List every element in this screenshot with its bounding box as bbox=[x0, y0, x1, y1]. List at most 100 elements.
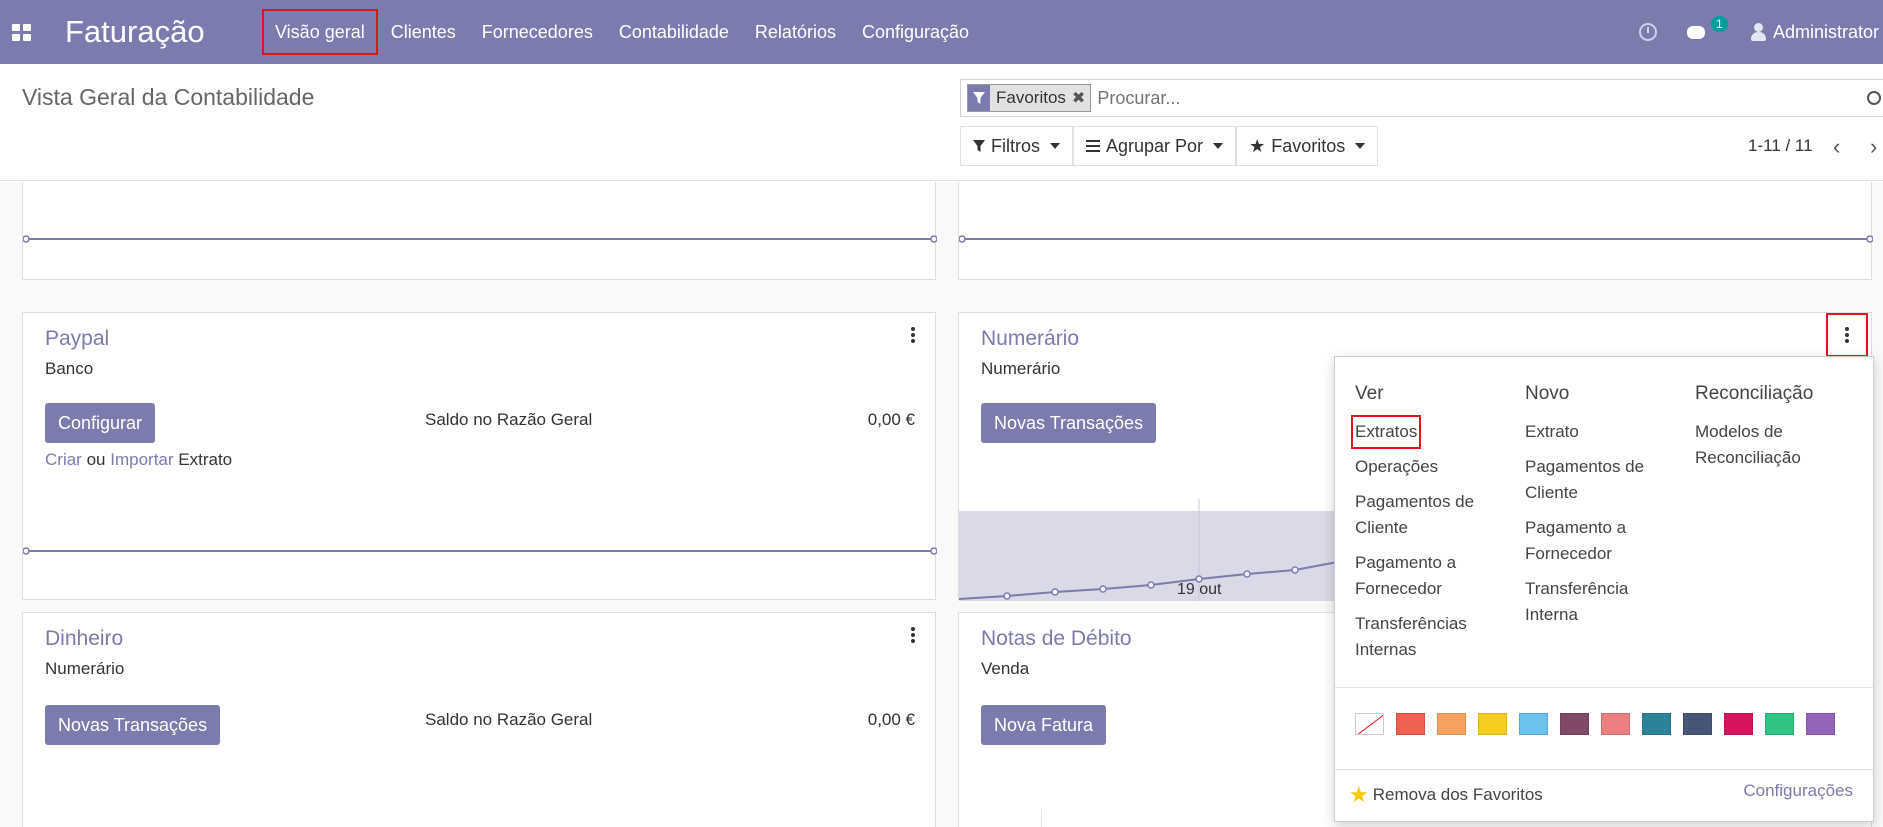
graph-date-label: 19 out bbox=[1177, 581, 1222, 598]
facet-label: Favoritos bbox=[996, 88, 1066, 107]
card-graph bbox=[23, 547, 937, 555]
filter-icon bbox=[968, 85, 990, 111]
caret-down-icon bbox=[1213, 143, 1224, 149]
card-title[interactable]: Paypal bbox=[45, 327, 109, 351]
card-subtitle: Venda bbox=[981, 659, 1030, 678]
view-column-header: Ver bbox=[1355, 383, 1384, 404]
color-swatch[interactable] bbox=[1437, 713, 1466, 735]
menu-link-vendor-payments[interactable]: Pagamento a Fornecedor bbox=[1355, 550, 1505, 602]
color-swatch[interactable] bbox=[1560, 713, 1589, 735]
menu-link-new-vendor-payment[interactable]: Pagamento a Fornecedor bbox=[1525, 515, 1675, 567]
menu-item-vendors[interactable]: Fornecedores bbox=[469, 9, 606, 55]
balance-value: 0,00 € bbox=[867, 710, 915, 729]
card-graph bbox=[959, 235, 1873, 243]
statement-text: Extrato bbox=[178, 450, 233, 469]
menu-link-new-statement[interactable]: Extrato bbox=[1525, 419, 1675, 445]
search-bar: Favoritos ✖ bbox=[960, 79, 1883, 117]
balance-value: 0,00 € bbox=[867, 410, 915, 429]
reconciliation-column-header: Reconciliação bbox=[1695, 383, 1814, 404]
new-transactions-button[interactable]: Novas Transações bbox=[45, 705, 221, 745]
card-subtitle: Numerário bbox=[45, 659, 125, 678]
favorites-label: Favoritos bbox=[1271, 135, 1346, 156]
card-title[interactable]: Dinheiro bbox=[45, 627, 123, 651]
search-facet: Favoritos ✖ bbox=[967, 84, 1092, 112]
color-swatch[interactable] bbox=[1642, 713, 1671, 735]
top-navbar: Faturação Visão geral Clientes Fornecedo… bbox=[0, 0, 1883, 64]
pager-previous-icon[interactable]: ‹ bbox=[1833, 136, 1840, 158]
favorites-button[interactable]: ★ Favoritos bbox=[1236, 126, 1379, 166]
groupby-label: Agrupar Por bbox=[1106, 135, 1204, 156]
new-column: Novo Extrato Pagamentos de Cliente Pagam… bbox=[1525, 383, 1675, 637]
settings-link[interactable]: Configurações bbox=[1743, 781, 1853, 801]
star-icon: ★ bbox=[1249, 135, 1266, 156]
kebab-menu-icon[interactable] bbox=[911, 627, 915, 643]
control-panel: Vista Geral da Contabilidade Favoritos ✖… bbox=[0, 64, 1883, 181]
user-name: Administrator bbox=[1772, 21, 1879, 42]
menu-link-statements[interactable]: Extratos bbox=[1350, 415, 1422, 449]
star-icon: ★ bbox=[1349, 782, 1369, 807]
balance-label: Saldo no Razão Geral bbox=[425, 410, 593, 429]
menu-link-internal-transfers[interactable]: Transferências Internas bbox=[1355, 611, 1505, 663]
app-name: Faturação bbox=[65, 14, 205, 49]
journal-card-paypal: Paypal Banco Configurar Saldo no Razão G… bbox=[22, 312, 937, 600]
pager-value[interactable]: 1-11 / 11 bbox=[1748, 136, 1813, 156]
menu-link-new-customer-payment[interactable]: Pagamentos de Cliente bbox=[1525, 454, 1675, 506]
pager-next-icon[interactable]: › bbox=[1870, 136, 1877, 158]
search-icon[interactable] bbox=[1867, 91, 1881, 105]
list-icon bbox=[1086, 140, 1100, 152]
remove-from-favorites-link[interactable]: ★ Remova dos Favoritos bbox=[1349, 782, 1543, 807]
card-title[interactable]: Numerário bbox=[981, 327, 1079, 351]
card-graph bbox=[23, 235, 937, 243]
search-input[interactable] bbox=[1097, 87, 1698, 109]
kebab-menu-icon[interactable] bbox=[911, 327, 915, 343]
filters-button[interactable]: Filtros bbox=[960, 126, 1073, 166]
menu-item-overview[interactable]: Visão geral bbox=[262, 9, 378, 55]
menu-link-operations[interactable]: Operações bbox=[1355, 454, 1505, 480]
color-none-swatch[interactable] bbox=[1355, 713, 1384, 735]
main-menu: Visão geral Clientes Fornecedores Contab… bbox=[262, 0, 982, 64]
kebab-menu-icon[interactable] bbox=[1845, 327, 1849, 343]
apps-menu-icon[interactable] bbox=[12, 24, 32, 41]
color-picker bbox=[1355, 713, 1847, 735]
color-swatch[interactable] bbox=[1806, 713, 1835, 735]
journal-card-dinheiro: Dinheiro Numerário Novas Transações Sald… bbox=[22, 612, 936, 827]
card-subtitle: Banco bbox=[45, 359, 94, 378]
color-swatch[interactable] bbox=[1519, 713, 1548, 735]
color-swatch[interactable] bbox=[1396, 713, 1425, 735]
divider bbox=[1335, 769, 1873, 770]
create-link[interactable]: Criar bbox=[45, 450, 82, 469]
menu-item-configuration[interactable]: Configuração bbox=[849, 9, 982, 55]
activity-clock-icon[interactable] bbox=[1638, 23, 1657, 41]
messages-chat-icon[interactable]: 1 bbox=[1686, 16, 1728, 40]
card-title[interactable]: Notas de Débito bbox=[981, 627, 1132, 651]
new-column-header: Novo bbox=[1525, 383, 1570, 404]
menu-item-accounting[interactable]: Contabilidade bbox=[606, 9, 742, 55]
menu-item-reporting[interactable]: Relatórios bbox=[742, 9, 849, 55]
menu-link-customer-payments[interactable]: Pagamentos de Cliente bbox=[1355, 489, 1505, 541]
user-icon bbox=[1750, 23, 1766, 41]
filters-label: Filtros bbox=[991, 135, 1040, 156]
color-swatch[interactable] bbox=[1478, 713, 1507, 735]
page-title: Vista Geral da Contabilidade bbox=[22, 84, 315, 110]
color-swatch[interactable] bbox=[1724, 713, 1753, 735]
messages-badge: 1 bbox=[1710, 16, 1728, 32]
groupby-button[interactable]: Agrupar Por bbox=[1073, 126, 1237, 166]
user-menu[interactable]: Administrator bbox=[1750, 21, 1879, 43]
new-transactions-button[interactable]: Novas Transações bbox=[981, 403, 1157, 443]
menu-link-new-internal-transfer[interactable]: Transferência Interna bbox=[1525, 576, 1675, 628]
facet-remove-icon[interactable]: ✖ bbox=[1072, 88, 1090, 108]
import-link[interactable]: Importar bbox=[110, 450, 173, 469]
view-column: Ver Extratos Operações Pagamentos de Cli… bbox=[1350, 383, 1505, 672]
color-swatch[interactable] bbox=[1601, 713, 1630, 735]
or-text: ou bbox=[86, 450, 106, 469]
color-swatch[interactable] bbox=[1765, 713, 1794, 735]
new-invoice-button[interactable]: Nova Fatura bbox=[981, 705, 1107, 745]
journal-card-partial bbox=[22, 182, 937, 280]
statement-links: Criar ou Importar Extrato bbox=[45, 450, 232, 470]
card-dropdown-menu: Ver Extratos Operações Pagamentos de Cli… bbox=[1334, 356, 1874, 822]
color-swatch[interactable] bbox=[1683, 713, 1712, 735]
configure-button[interactable]: Configurar bbox=[45, 403, 156, 443]
menu-link-reconciliation-models[interactable]: Modelos de Reconciliação bbox=[1695, 419, 1865, 471]
menu-item-customers[interactable]: Clientes bbox=[378, 9, 469, 55]
journal-card-partial bbox=[958, 182, 1873, 280]
